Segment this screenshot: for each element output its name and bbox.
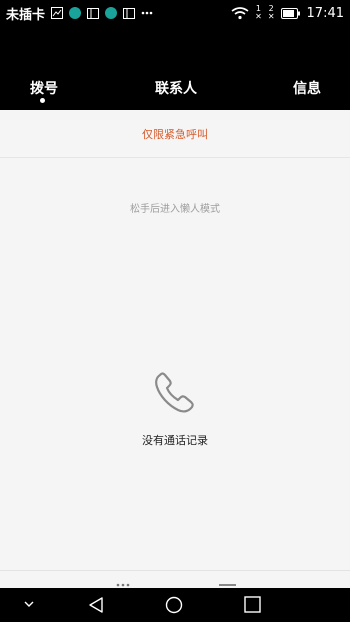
- emergency-call-button[interactable]: 仅限紧急呼叫: [0, 110, 350, 158]
- window-notification-icon: [87, 7, 100, 19]
- lazy-mode-hint: 松手后进入懒人模式: [130, 204, 220, 215]
- dialpad-toggle-bar: [0, 570, 350, 588]
- back-icon[interactable]: [87, 596, 105, 614]
- battery-icon: [280, 7, 301, 19]
- tab-messages[interactable]: 信息: [293, 78, 321, 98]
- menu-bar-icon[interactable]: [219, 584, 236, 586]
- sim1-no-signal-icon: 1 ✕: [255, 4, 262, 21]
- phone-handset-icon: [155, 372, 194, 413]
- status-bar-left: 未插卡: [6, 4, 153, 23]
- wifi-icon: [231, 6, 249, 20]
- sim2-no-signal-icon: 2 ✕: [267, 4, 275, 21]
- carrier-label: 未插卡: [6, 7, 46, 23]
- app-notification-icon-2: [105, 7, 118, 19]
- clock: 17:41: [306, 5, 344, 21]
- window-notification-icon-2: [123, 7, 136, 19]
- recent-apps-icon[interactable]: [244, 596, 261, 613]
- app-notification-icon: [69, 7, 82, 19]
- active-tab-indicator: [40, 98, 45, 103]
- home-icon[interactable]: [165, 596, 183, 614]
- chevron-down-icon[interactable]: [23, 600, 35, 608]
- emergency-call-label: 仅限紧急呼叫: [142, 127, 208, 141]
- image-notification-icon: [51, 7, 64, 19]
- more-notifications-icon: [141, 11, 153, 15]
- empty-call-log-text: 没有通话记录: [142, 434, 208, 447]
- tab-header: 拨号 联系人 信息: [0, 26, 350, 110]
- status-bar: 未插卡 1 ✕ 2 ✕ 17:41: [0, 0, 350, 26]
- navigation-bar: [0, 588, 350, 622]
- dialpad-dots-icon[interactable]: [115, 583, 131, 587]
- tab-dial[interactable]: 拨号: [30, 78, 58, 98]
- tab-contacts[interactable]: 联系人: [155, 78, 197, 98]
- status-bar-right: 1 ✕ 2 ✕ 17:41: [231, 5, 344, 21]
